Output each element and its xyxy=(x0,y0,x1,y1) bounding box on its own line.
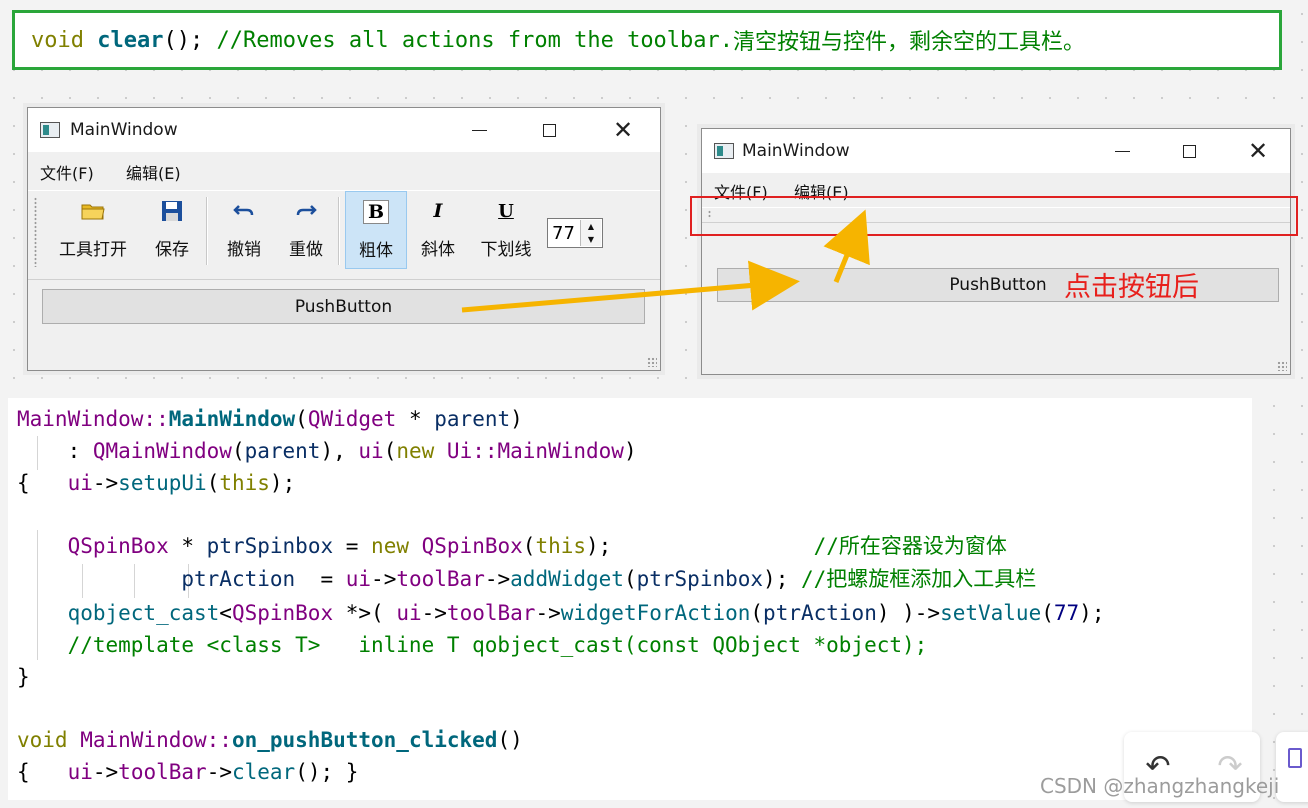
arrow-to-toolbar xyxy=(823,209,870,283)
bookmark-icon[interactable] xyxy=(1288,748,1302,768)
code-line-5: ptrAction = ui->toolBar->addWidget(ptrSp… xyxy=(181,567,1037,591)
code-line-3: { ui->setupUi(this); xyxy=(17,471,296,495)
code-line-4: QSpinBox * ptrSpinbox = new QSpinBox(thi… xyxy=(67,534,1007,558)
code-block: MainWindow::MainWindow(QWidget * parent)… xyxy=(8,398,1252,800)
arrow-to-button xyxy=(461,260,800,313)
code-line-2: : QMainWindow(parent), ui(new Ui::MainWi… xyxy=(17,439,637,463)
side-panel xyxy=(1276,732,1308,802)
watermark: CSDN @zhangzhangkeji xyxy=(1040,774,1280,798)
code-line-10: { ui->toolBar->clear(); } xyxy=(17,760,359,784)
code-line-1: MainWindow::MainWindow(QWidget * parent) xyxy=(17,407,523,431)
code-line-8: } xyxy=(17,665,30,689)
code-line-9: void MainWindow::on_pushButton_clicked() xyxy=(17,728,523,752)
code-line-6: qobject_cast<QSpinBox *>( ui->toolBar->w… xyxy=(67,601,1105,625)
code-line-7: //template <class T> inline T qobject_ca… xyxy=(17,633,928,657)
